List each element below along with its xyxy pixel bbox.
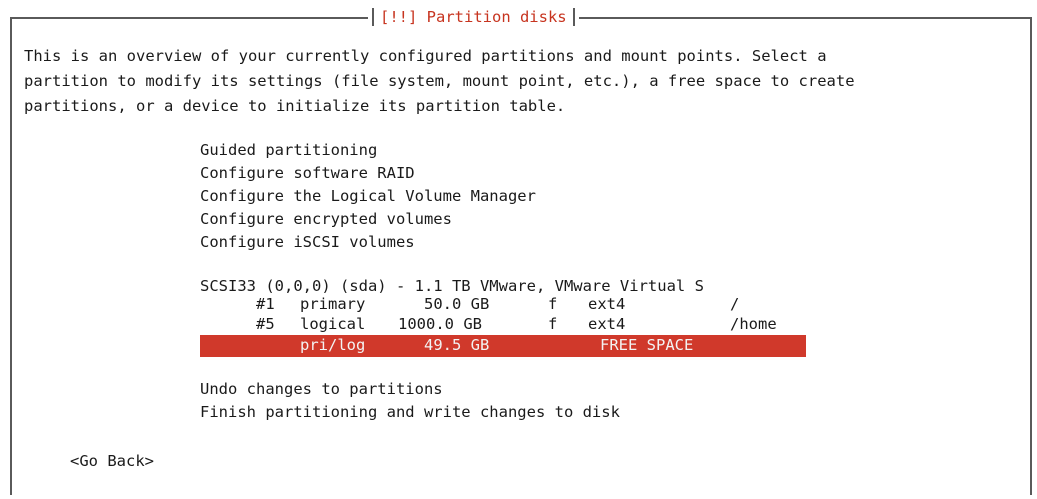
menu-item-iscsi-volumes[interactable]: Configure iSCSI volumes	[200, 233, 415, 252]
intro-text-line-3: partitions, or a device to initialize it…	[24, 97, 566, 115]
partition-size: 1000.0 GB	[398, 315, 482, 333]
partition-format-flag: f	[548, 295, 558, 313]
partition-type: logical	[300, 315, 366, 333]
partition-filesystem: ext4	[588, 295, 626, 313]
partition-size: 50.0 GB	[424, 295, 490, 313]
dialog-title-bar: [!!] Partition disks	[368, 6, 579, 28]
title-right-tick	[572, 8, 575, 26]
free-space-type: pri/log	[300, 336, 366, 354]
menu-item-finish-partitioning[interactable]: Finish partitioning and write changes to…	[200, 403, 620, 422]
free-space-row-selected[interactable]: pri/log 49.5 GB FREE SPACE	[200, 335, 806, 357]
intro-text-line-1: This is an overview of your currently co…	[24, 47, 827, 65]
partition-type: primary	[300, 295, 366, 313]
menu-item-software-raid[interactable]: Configure software RAID	[200, 164, 415, 183]
title-left-tick	[372, 8, 374, 26]
partition-number: #1	[256, 295, 275, 313]
free-space-size: 49.5 GB	[424, 336, 490, 354]
partition-mount-point: /	[730, 295, 740, 313]
menu-item-guided-partitioning[interactable]: Guided partitioning	[200, 141, 377, 160]
menu-item-undo-changes[interactable]: Undo changes to partitions	[200, 380, 443, 399]
partition-mount-point: /home	[730, 315, 777, 333]
disk-sda-entry[interactable]: SCSI33 (0,0,0) (sda) - 1.1 TB VMware, VM…	[200, 277, 704, 296]
free-space-label: FREE SPACE	[600, 336, 694, 354]
go-back-button[interactable]: <Go Back>	[70, 452, 154, 471]
dialog-title: [!!] Partition disks	[380, 8, 567, 26]
partition-filesystem: ext4	[588, 315, 626, 333]
menu-item-lvm[interactable]: Configure the Logical Volume Manager	[200, 187, 536, 206]
menu-item-encrypted-volumes[interactable]: Configure encrypted volumes	[200, 210, 452, 229]
partition-number: #5	[256, 315, 275, 333]
partition-format-flag: f	[548, 315, 558, 333]
intro-text-line-2: partition to modify its settings (file s…	[24, 72, 855, 90]
